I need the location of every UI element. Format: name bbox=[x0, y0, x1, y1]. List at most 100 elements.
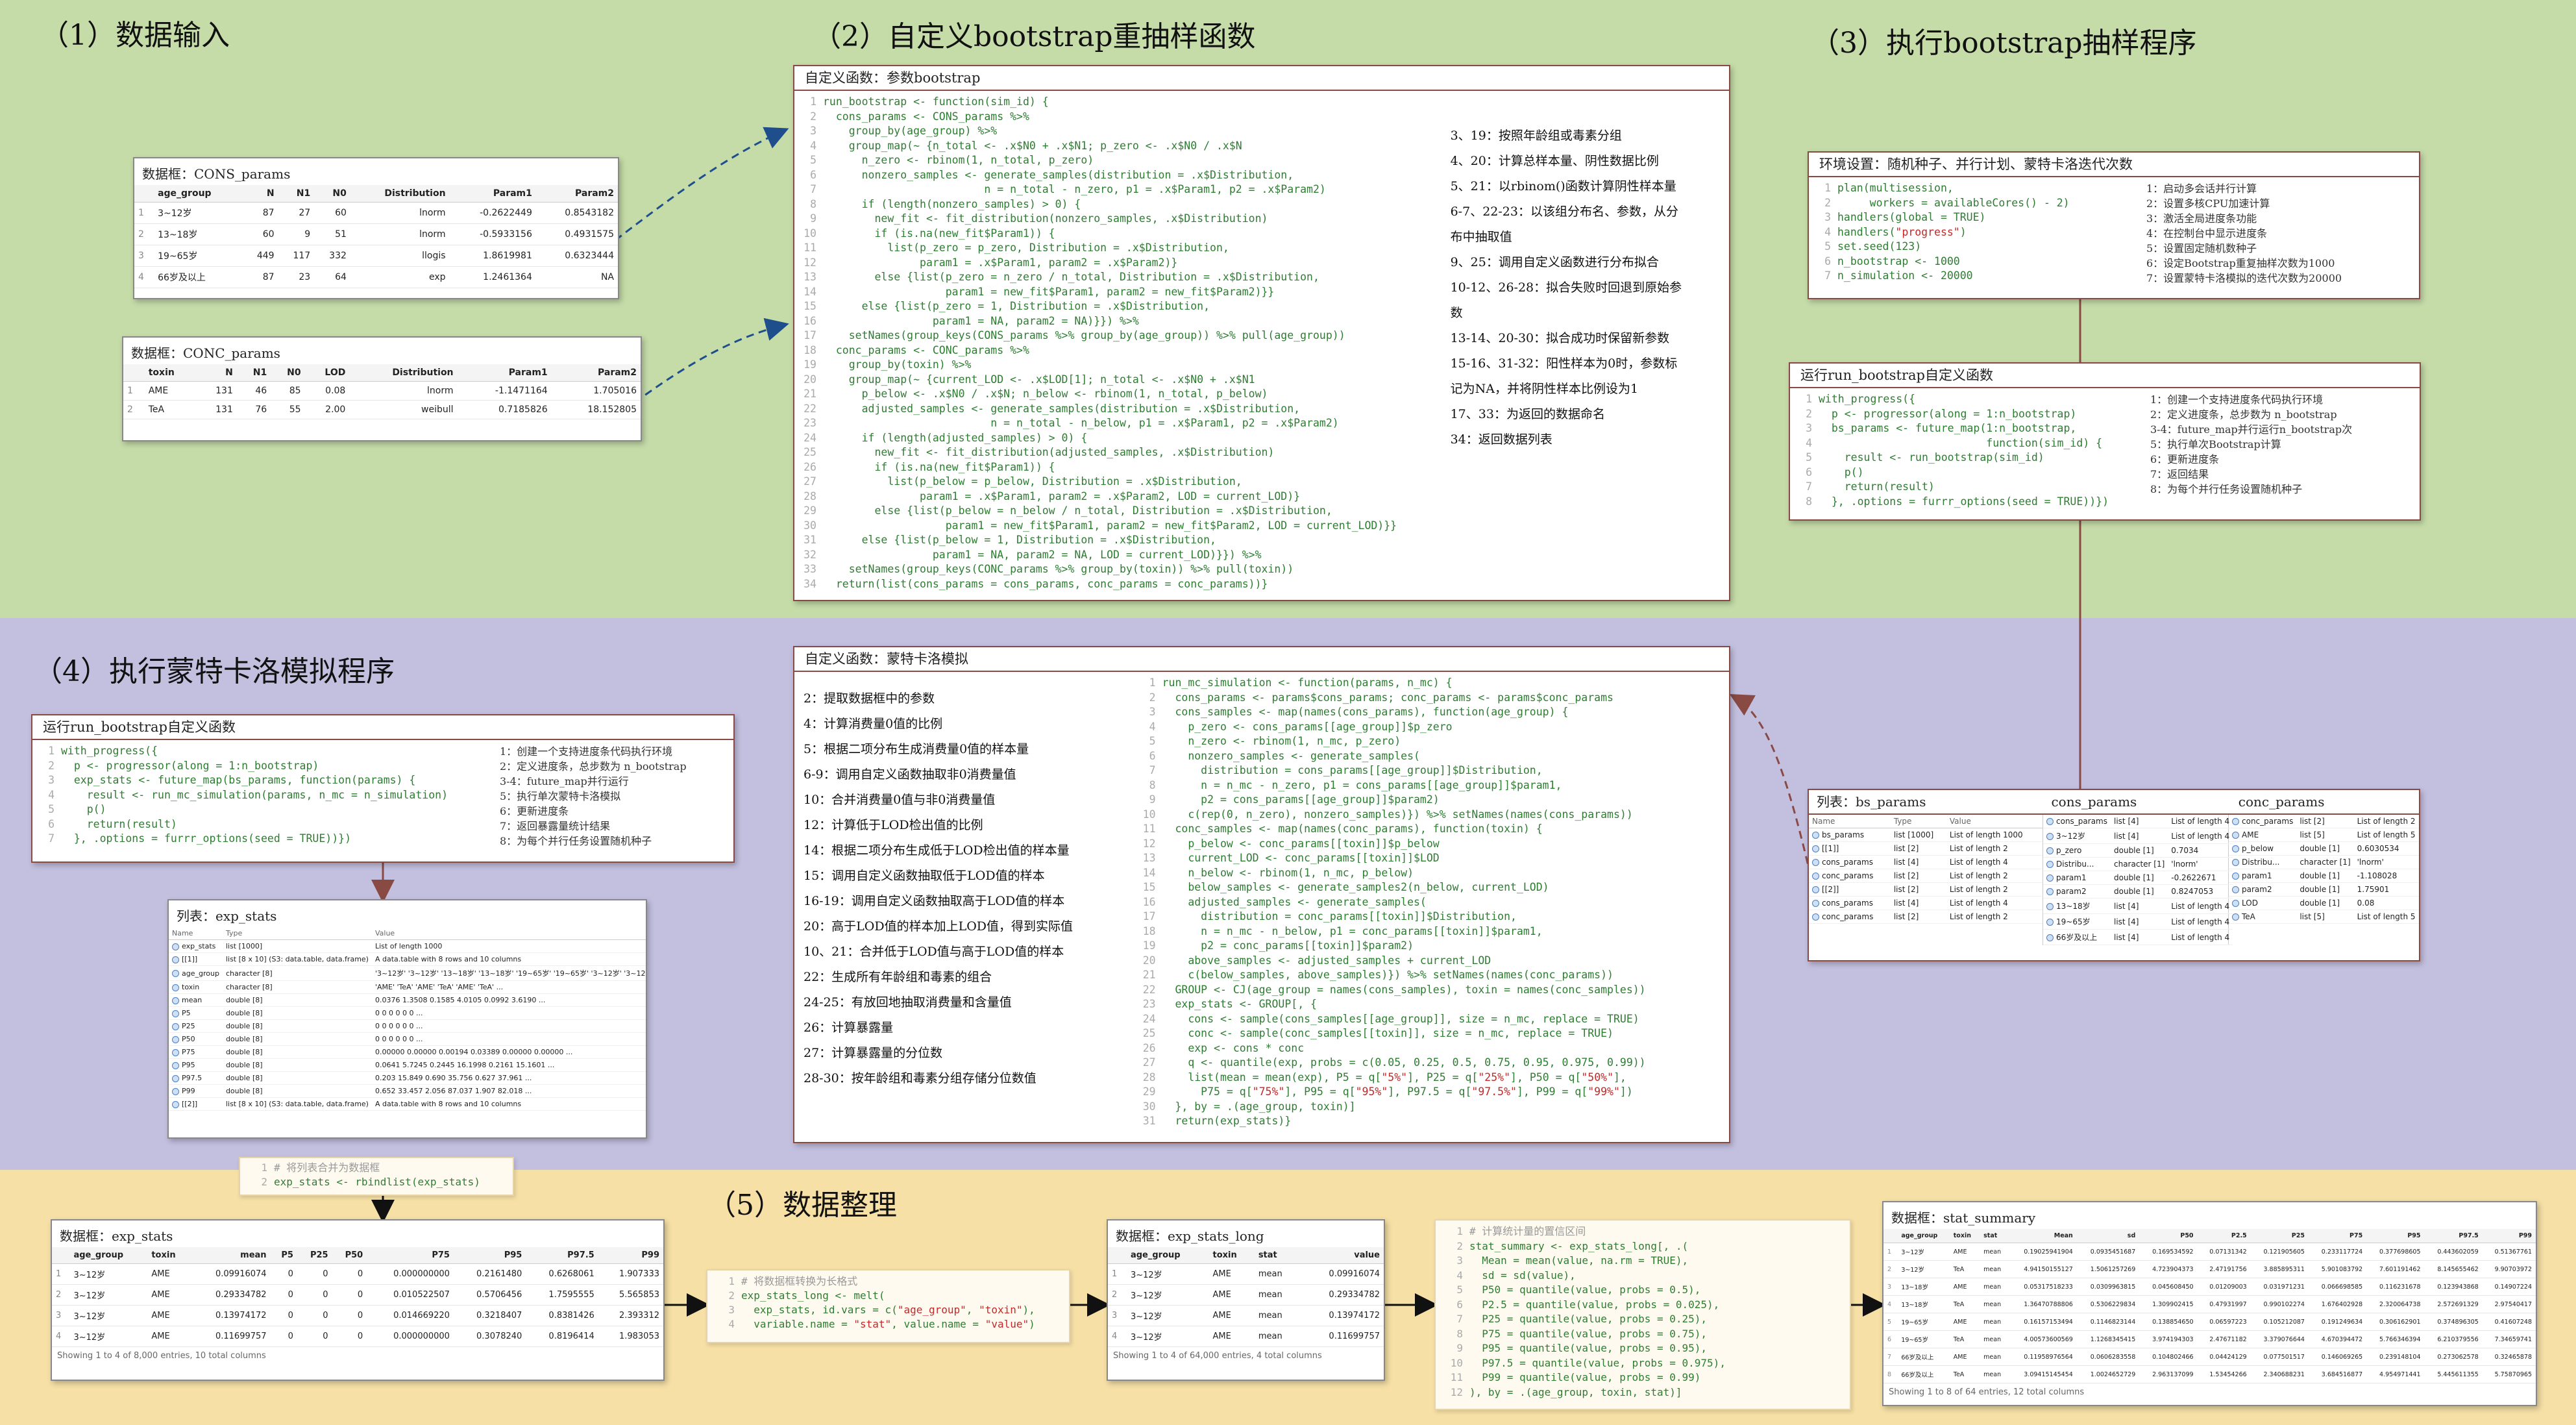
list-cell-text: list [5] bbox=[2300, 912, 2325, 921]
table-cell: 0.8196414 bbox=[526, 1326, 598, 1347]
arrow-lists-to-mcfn bbox=[1729, 694, 1812, 877]
list-cell: 0.652 33.457 2.056 87.037 1.907 82.018 .… bbox=[371, 1084, 646, 1098]
table-cell: 5.565853 bbox=[598, 1284, 663, 1306]
table-cell: 2.320064738 bbox=[2366, 1295, 2425, 1313]
table-cell: 2.963137099 bbox=[2139, 1365, 2198, 1383]
table-cell: 13~18岁 bbox=[1897, 1295, 1950, 1313]
env-setup-code: 1 plan(multisession, 2 workers = available… bbox=[1809, 177, 2146, 286]
melt-snippet: 1 # 将数据框转换为长格式 2 exp_stats_long <- melt(3 e… bbox=[706, 1269, 1070, 1343]
code-text: list(p_zero = p_zero, Distribution = .x$… bbox=[823, 242, 1229, 254]
list-cell-text: character [8] bbox=[225, 969, 273, 978]
list-node-icon bbox=[1812, 845, 1819, 852]
table-cell: 0.169534592 bbox=[2139, 1243, 2198, 1261]
table-cell: 1 bbox=[134, 202, 154, 224]
list-cell-text: list [4] bbox=[1893, 898, 1919, 908]
list-cell-text: double [1] bbox=[2114, 873, 2154, 882]
column-header: age_group bbox=[154, 185, 242, 203]
list-cell: List of length 2 bbox=[1946, 869, 2042, 883]
list-node-icon bbox=[172, 956, 179, 963]
note-line: 6-9：调用自定义函数抽取非0消费量值 bbox=[803, 767, 1016, 782]
code-comment: # 计算统计量的置信区间 bbox=[1469, 1225, 1586, 1237]
table-row: 1 3~12岁 AME mean 0.09916074 bbox=[1108, 1263, 1384, 1285]
list-row: mean double [8] 0.0376 1.3508 0.1585 4.010… bbox=[169, 993, 646, 1007]
list-cell: 13~18岁 bbox=[2043, 898, 2111, 914]
line-number: 11 bbox=[1450, 1371, 1463, 1383]
note-line: 数 bbox=[1450, 306, 1463, 320]
arrow-cons-to-fn bbox=[615, 127, 789, 242]
code-line: 5 P50 = quantile(value, probs = 0.5), bbox=[1441, 1283, 1845, 1298]
note-line: 17、33：为返回的数据命名 bbox=[1450, 407, 1605, 421]
code-text: run_mc_simulation <- function(params, n_… bbox=[1162, 676, 1453, 689]
column-header: toxin bbox=[144, 364, 198, 382]
line-number: 9 bbox=[1456, 1342, 1463, 1354]
list-cell: list [2] bbox=[1890, 882, 1946, 897]
code-text: if (length(adjusted_samples) > 0) { bbox=[823, 431, 1088, 444]
code-text: P75 = q["75%"], P95 = q["95%"], P97.5 = … bbox=[1162, 1085, 1633, 1098]
rbindlist-code: exp_stats <- rbindlist(exp_stats) bbox=[274, 1176, 480, 1188]
line-number: 21 bbox=[803, 388, 816, 400]
note-line: 5、21：以rbinom()函数计算阴性样本量 bbox=[1450, 179, 1676, 193]
list-row: param2 double [1] 0.8247053 bbox=[2043, 884, 2233, 898]
line-number: 2 bbox=[1824, 196, 1831, 209]
exp-stats-table: age_group toxin mean P5 P25 P50 P75 P95 P97.5 P99… bbox=[52, 1247, 663, 1347]
note-line: 7：返回结果 bbox=[2150, 468, 2209, 480]
table-cell: AME bbox=[1208, 1263, 1255, 1285]
table-cell: 0.374896305 bbox=[2424, 1313, 2483, 1331]
code-line: 18 conc_params <- CONC_params %>% bbox=[794, 343, 1443, 358]
line-number: 2 bbox=[1149, 691, 1156, 704]
note-line: 6：设定Bootstrap重复抽样次数为1000 bbox=[2146, 257, 2335, 269]
table-cell: AME bbox=[1208, 1326, 1255, 1347]
list-cell-text: double [8] bbox=[225, 1061, 263, 1069]
code-text: return(result) bbox=[1819, 480, 1935, 493]
list-cell: double [8] bbox=[222, 1006, 372, 1020]
list-node-icon bbox=[172, 943, 179, 950]
list-cell: 'AME' 'TeA' 'AME' 'TeA' 'AME' 'TeA' ... bbox=[371, 980, 646, 994]
line-number: 8 bbox=[1456, 1327, 1463, 1340]
note-line: 8：为每个并行任务设置随机种子 bbox=[500, 835, 652, 847]
list-cell-text: 'lnorm' bbox=[2171, 860, 2198, 869]
code-line: 18 n = n_mc - n_below, p1 = conc_params[… bbox=[1134, 924, 1729, 939]
list-cell-text: List of length 4 bbox=[2171, 901, 2230, 911]
code-line: 29 P75 = q["75%"], P95 = q["95%"], P97.5… bbox=[1134, 1085, 1729, 1100]
code-text: param1 = new_fit$Param1, param2 = new_fi… bbox=[823, 519, 1397, 532]
code-line: 27 list(p_below = p_below, Distribution … bbox=[794, 475, 1443, 489]
code-text: exp <- cons * conc bbox=[1162, 1041, 1305, 1054]
code-text: handlers("progress") bbox=[1837, 225, 1967, 238]
table-cell: 5.766346394 bbox=[2366, 1330, 2425, 1348]
table-cell: 7 bbox=[1883, 1348, 1898, 1366]
code-text: P75 = quantile(value, probs = 0.75), bbox=[1469, 1327, 1708, 1340]
table-cell: 85 bbox=[271, 381, 305, 401]
list-row: 13~18岁 list [4] List of length 4 bbox=[2043, 898, 2233, 914]
list-cell: P99 bbox=[169, 1084, 223, 1098]
table-cell: 0.29334782 bbox=[1299, 1284, 1384, 1306]
line-number: 22 bbox=[1142, 983, 1156, 996]
note-line: 4、20：计算总样本量、阴性数据比例 bbox=[1450, 154, 1659, 168]
list-cell: List of length 4 bbox=[1946, 896, 2042, 910]
list-row: param1 double [1] -0.2622671 bbox=[2043, 871, 2233, 885]
code-line: 3 exp_stats <- future_map(bs_params, fun… bbox=[32, 773, 500, 788]
note-line: 22：生成所有年龄组和毒素的组合 bbox=[803, 970, 992, 984]
list-cell-text: 'lnorm' bbox=[2357, 858, 2384, 867]
code-text: P25 = quantile(value, probs = 0.25), bbox=[1469, 1313, 1708, 1325]
list-row: [[2]] list [8 x 10] (S3: data.table, data… bbox=[169, 1097, 646, 1111]
line-number: 3 bbox=[1456, 1254, 1463, 1267]
code-line: 6 nonzero_samples <- generate_samples( bbox=[1134, 749, 1729, 764]
list-row: P25 double [8] 0 0 0 0 0 0 ... bbox=[169, 1019, 646, 1033]
code-line: 29 else {list(p_below = n_below / n_tota… bbox=[794, 504, 1443, 519]
column-header: N1 bbox=[236, 364, 271, 382]
table-cell: 0.273062578 bbox=[2424, 1348, 2483, 1366]
list-cell-text: list [2] bbox=[1893, 871, 1919, 880]
line-number: 12 bbox=[1450, 1385, 1463, 1398]
list-cell: character [8] bbox=[222, 965, 372, 981]
line-number: 14 bbox=[803, 285, 816, 298]
column-header: N0 bbox=[314, 185, 350, 203]
table-cell: 0.8381426 bbox=[526, 1305, 598, 1326]
code-text: n = n_mc - n_below, p1 = conc_params[[to… bbox=[1162, 924, 1543, 937]
code-line: 1 with_progress({ bbox=[32, 744, 500, 759]
code-text: n_zero <- rbinom(1, n_mc, p_zero) bbox=[1162, 735, 1401, 747]
table-cell: mean bbox=[1254, 1284, 1300, 1306]
line-number: 8 bbox=[1149, 778, 1156, 791]
conc-params-title: 数据框：CONC_params bbox=[131, 345, 280, 361]
code-line: 9 p2 = cons_params[[age_group]]$param2) bbox=[1134, 793, 1729, 808]
table-header-row: age_group N N1 N0 Distribution Param1 Param2 bbox=[134, 185, 618, 203]
